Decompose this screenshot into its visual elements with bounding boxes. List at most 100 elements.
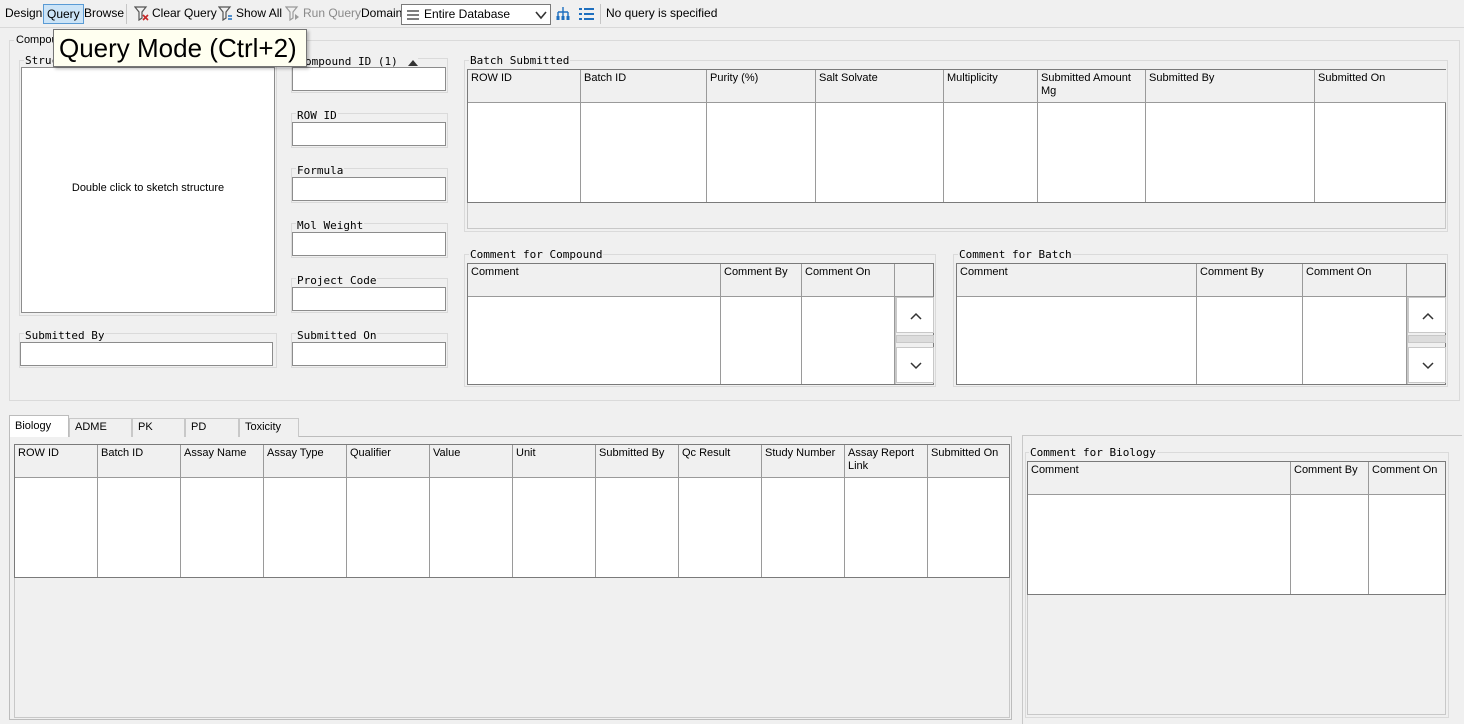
scroll-thumb[interactable] — [1408, 335, 1446, 343]
tree-icon — [556, 7, 570, 20]
column-header[interactable]: Assay Name — [181, 445, 264, 478]
chevron-up-icon — [910, 312, 922, 320]
clear-query-button[interactable]: Clear Query — [131, 4, 220, 24]
vertical-scrollbar[interactable] — [1407, 297, 1446, 384]
browse-mode-button[interactable]: Browse — [81, 4, 127, 24]
table-column — [957, 297, 1197, 384]
comment-biology-table[interactable]: Comment Comment By Comment On — [1027, 461, 1446, 595]
domain-select[interactable]: Entire Database — [401, 4, 551, 25]
comment-compound-legend: Comment for Compound — [469, 248, 604, 261]
structure-sketch-area[interactable]: Double click to sketch structure — [21, 67, 275, 313]
column-header[interactable]: Comment By — [1197, 264, 1303, 297]
chevron-down-icon — [1422, 362, 1434, 370]
funnel-x-icon — [134, 6, 149, 22]
column-header[interactable]: Submitted On — [1315, 70, 1446, 103]
formula-input[interactable] — [292, 177, 446, 201]
submitted-by-label: Submitted By — [24, 329, 106, 342]
chevron-down-icon — [910, 362, 922, 370]
table-column — [707, 103, 816, 202]
scroll-up-button[interactable] — [896, 297, 934, 333]
column-header[interactable]: Assay Report Link — [845, 445, 928, 478]
query-mode-tooltip: Query Mode (Ctrl+2) — [53, 29, 307, 67]
tab-biology[interactable]: Biology — [9, 415, 69, 437]
column-header[interactable]: Unit — [513, 445, 596, 478]
project-code-label: Project Code — [296, 274, 378, 287]
tree-view-button[interactable] — [556, 6, 571, 25]
submitted-on-input[interactable] — [292, 342, 446, 366]
column-header[interactable]: Comment On — [802, 264, 895, 297]
column-header[interactable]: Submitted By — [1146, 70, 1315, 103]
column-header[interactable]: Purity (%) — [707, 70, 816, 103]
biology-table-empty-area — [14, 578, 1010, 718]
column-header[interactable]: ROW ID — [15, 445, 98, 478]
design-mode-button[interactable]: Design — [2, 4, 45, 24]
table-column — [347, 478, 430, 577]
table-column — [98, 478, 181, 577]
column-header[interactable]: Value — [430, 445, 513, 478]
mol-weight-input[interactable] — [292, 232, 446, 256]
column-header[interactable]: Comment — [1028, 462, 1291, 495]
column-header[interactable]: Comment On — [1369, 462, 1445, 495]
column-header[interactable]: Submitted Amount Mg — [1038, 70, 1146, 103]
table-column — [468, 297, 721, 384]
comment-compound-table[interactable]: Comment Comment By Comment On — [467, 263, 934, 385]
scroll-thumb[interactable] — [896, 335, 934, 343]
chevron-up-icon — [1422, 312, 1434, 320]
table-column — [762, 478, 845, 577]
funnel-run-icon — [285, 6, 299, 22]
column-header[interactable]: Comment — [957, 264, 1197, 297]
column-header[interactable]: Qc Result — [679, 445, 762, 478]
tab-pk[interactable]: PK — [132, 418, 185, 437]
comment-batch-table[interactable]: Comment Comment By Comment On — [956, 263, 1446, 385]
table-column — [430, 478, 513, 577]
column-header[interactable]: Salt Solvate — [816, 70, 944, 103]
list-view-icon — [579, 8, 594, 20]
column-header[interactable]: ROW ID — [468, 70, 581, 103]
query-mode-button[interactable]: Query — [43, 4, 84, 24]
comment-batch-legend: Comment for Batch — [958, 248, 1073, 261]
column-header[interactable]: Comment By — [721, 264, 802, 297]
tab-toxicity[interactable]: Toxicity — [239, 418, 299, 437]
table-column — [15, 478, 98, 577]
column-header[interactable]: Batch ID — [98, 445, 181, 478]
column-header[interactable]: Comment By — [1291, 462, 1369, 495]
table-column — [468, 103, 581, 202]
table-column — [181, 478, 264, 577]
column-header[interactable]: Multiplicity — [944, 70, 1038, 103]
project-code-input[interactable] — [292, 287, 446, 311]
batch-table-empty-area — [467, 203, 1446, 229]
table-column — [802, 297, 895, 384]
funnel-icon — [218, 6, 232, 22]
column-header[interactable]: Submitted By — [596, 445, 679, 478]
row-id-input[interactable] — [292, 122, 446, 146]
list-icon — [407, 10, 419, 20]
compound-id-input[interactable] — [292, 67, 446, 91]
vertical-scrollbar[interactable] — [895, 297, 934, 384]
comment-biology-legend: Comment for Biology — [1029, 446, 1157, 459]
show-all-button[interactable]: Show All — [215, 4, 285, 24]
column-header[interactable]: Comment On — [1303, 264, 1407, 297]
mol-weight-label: Mol Weight — [296, 219, 365, 232]
table-column — [721, 297, 802, 384]
scroll-up-button[interactable] — [1408, 297, 1446, 333]
column-header[interactable]: Batch ID — [581, 70, 707, 103]
list-view-button[interactable] — [579, 7, 594, 24]
scroll-down-button[interactable] — [896, 347, 934, 383]
column-header[interactable]: Qualifier — [347, 445, 430, 478]
scroll-down-button[interactable] — [1408, 347, 1446, 383]
column-header[interactable]: Study Number — [762, 445, 845, 478]
table-column — [1197, 297, 1303, 384]
tab-pd[interactable]: PD — [185, 418, 239, 437]
column-header[interactable]: Assay Type — [264, 445, 347, 478]
batch-submitted-table[interactable]: ROW ID Batch ID Purity (%) Salt Solvate … — [467, 69, 1446, 203]
table-column — [1038, 103, 1146, 202]
table-column — [816, 103, 944, 202]
run-query-button[interactable]: Run Query — [282, 4, 364, 24]
column-header[interactable]: Submitted On — [928, 445, 1009, 478]
biology-table[interactable]: ROW ID Batch ID Assay Name Assay Type Qu… — [14, 444, 1010, 578]
table-column — [1028, 495, 1291, 594]
submitted-by-input[interactable] — [20, 342, 273, 366]
column-header — [1407, 264, 1445, 297]
tab-adme[interactable]: ADME — [69, 418, 132, 437]
column-header[interactable]: Comment — [468, 264, 721, 297]
